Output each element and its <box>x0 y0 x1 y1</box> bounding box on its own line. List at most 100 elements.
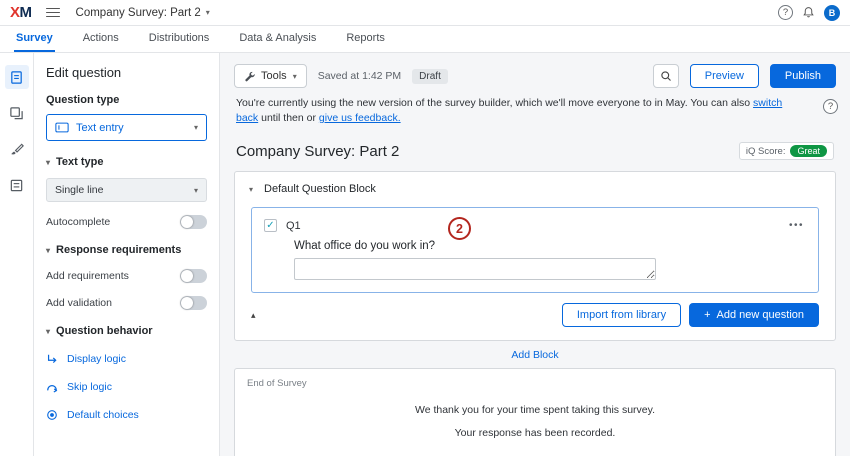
plus-icon: + <box>704 309 710 321</box>
autocomplete-label: Autocomplete <box>46 216 110 228</box>
tools-button[interactable]: Tools ▾ <box>234 64 307 88</box>
tab-data-analysis[interactable]: Data & Analysis <box>237 26 318 52</box>
tab-distributions[interactable]: Distributions <box>147 26 212 52</box>
text-type-select[interactable]: Single line ▾ <box>46 178 207 202</box>
text-entry-icon <box>55 122 69 133</box>
chevron-down-icon: ▾ <box>293 72 297 81</box>
default-choices-icon <box>46 409 58 421</box>
survey-title-menu[interactable]: Company Survey: Part 2 ▾ <box>76 7 210 19</box>
question-area-collapse-icon[interactable]: ▴ <box>251 310 256 321</box>
panel-title: Edit question <box>46 65 207 80</box>
end-of-survey-card: End of Survey We thank you for your time… <box>234 368 836 456</box>
add-validation-label: Add validation <box>46 297 112 309</box>
display-logic-item[interactable]: Display logic <box>46 353 207 365</box>
add-new-question-button[interactable]: + Add new question <box>689 303 819 327</box>
chevron-down-icon: ▾ <box>194 123 198 132</box>
rail-blocks-icon[interactable] <box>5 101 29 125</box>
notice-text-1: You're currently using the new version o… <box>236 97 753 109</box>
default-choices-label: Default choices <box>67 409 139 421</box>
notice-help-icon[interactable]: ? <box>823 99 838 114</box>
import-from-library-label: Import from library <box>577 309 666 321</box>
hamburger-menu-icon[interactable] <box>46 8 60 18</box>
preview-label: Preview <box>705 70 744 82</box>
notifications-bell-icon[interactable] <box>802 6 815 19</box>
xm-logo-m: M <box>20 4 32 21</box>
add-new-question-label: Add new question <box>717 309 804 321</box>
publish-button[interactable]: Publish <box>770 64 836 88</box>
add-validation-toggle[interactable] <box>180 296 207 310</box>
skip-logic-icon <box>46 381 58 393</box>
text-type-header: Text type <box>56 156 103 168</box>
rail-survey-options-icon[interactable] <box>5 173 29 197</box>
tab-actions[interactable]: Actions <box>81 26 121 52</box>
skip-logic-label: Skip logic <box>67 381 112 393</box>
section-text-type[interactable]: ▾ Text type <box>46 156 207 168</box>
xm-logo-x: X <box>10 4 20 21</box>
saved-status-text: Saved at 1:42 PM <box>318 70 401 82</box>
iq-score-value: Great <box>790 145 827 157</box>
question-behavior-header: Question behavior <box>56 325 153 337</box>
check-icon: ✓ <box>266 220 274 231</box>
question-type-select[interactable]: Text entry ▾ <box>46 114 207 141</box>
iq-score-badge[interactable]: iQ Score: Great <box>739 142 834 160</box>
annotation-marker-2: 2 <box>448 217 471 240</box>
tools-label: Tools <box>261 70 287 82</box>
iq-score-label: iQ Score: <box>746 146 786 157</box>
autocomplete-toggle[interactable] <box>180 215 207 229</box>
add-requirements-label: Add requirements <box>46 270 129 282</box>
question-answer-input[interactable] <box>294 258 656 280</box>
project-nav: Survey Actions Distributions Data & Anal… <box>0 26 850 53</box>
help-icon[interactable]: ? <box>778 5 793 20</box>
chevron-down-icon: ▾ <box>206 8 210 17</box>
draft-badge: Draft <box>412 69 448 84</box>
page-header: Company Survey: Part 2 iQ Score: Great <box>220 128 850 171</box>
display-logic-icon <box>46 353 58 365</box>
block-collapse-icon[interactable]: ▾ <box>249 185 253 194</box>
preview-button[interactable]: Preview <box>690 64 759 88</box>
end-of-survey-message-2: Your response has been recorded. <box>247 427 823 439</box>
publish-label: Publish <box>785 70 821 82</box>
question-type-label: Question type <box>46 94 207 106</box>
user-avatar[interactable]: B <box>824 5 840 21</box>
question-block-card: ▾ Default Question Block ✓ Q1 ••• What o… <box>234 171 836 341</box>
top-bar: X M Company Survey: Part 2 ▾ ? B <box>0 0 850 26</box>
import-from-library-button[interactable]: Import from library <box>562 303 681 327</box>
question-q1-card[interactable]: ✓ Q1 ••• What office do you work in? 2 <box>251 207 819 293</box>
end-of-survey-label: End of Survey <box>247 378 823 389</box>
page-title: Company Survey: Part 2 <box>236 143 399 160</box>
notice-text-2: until then or <box>258 112 319 124</box>
chevron-down-icon: ▾ <box>46 327 50 336</box>
survey-title-text: Company Survey: Part 2 <box>76 7 201 19</box>
text-type-value: Single line <box>55 184 194 196</box>
response-requirements-header: Response requirements <box>56 244 181 256</box>
tab-survey[interactable]: Survey <box>14 26 55 52</box>
section-question-behavior[interactable]: ▾ Question behavior <box>46 325 207 337</box>
survey-builder-content: Tools ▾ Saved at 1:42 PM Draft Preview P… <box>220 53 850 456</box>
edit-question-panel: Edit question Question type Text entry ▾… <box>34 53 220 456</box>
question-id: Q1 <box>286 220 301 232</box>
question-options-icon[interactable]: ••• <box>787 220 806 231</box>
rail-builder-icon[interactable] <box>5 65 29 89</box>
left-icon-rail <box>0 53 34 456</box>
question-type-value: Text entry <box>76 122 187 134</box>
chevron-down-icon: ▾ <box>46 246 50 255</box>
new-builder-notice: You're currently using the new version o… <box>220 96 850 126</box>
search-button[interactable] <box>653 64 679 88</box>
skip-logic-item[interactable]: Skip logic <box>46 381 207 393</box>
display-logic-label: Display logic <box>67 353 126 365</box>
tab-reports[interactable]: Reports <box>344 26 387 52</box>
add-block-link[interactable]: Add Block <box>220 341 850 368</box>
block-name[interactable]: Default Question Block <box>264 183 376 195</box>
rail-look-feel-icon[interactable] <box>5 137 29 161</box>
chevron-down-icon: ▾ <box>46 158 50 167</box>
builder-toolbar: Tools ▾ Saved at 1:42 PM Draft Preview P… <box>220 53 850 96</box>
question-text[interactable]: What office do you work in? <box>294 240 806 252</box>
give-feedback-link[interactable]: give us feedback. <box>319 112 401 124</box>
xm-logo[interactable]: X M <box>10 4 32 21</box>
add-requirements-toggle[interactable] <box>180 269 207 283</box>
default-choices-item[interactable]: Default choices <box>46 409 207 421</box>
tools-wrench-icon <box>244 71 255 82</box>
section-response-requirements[interactable]: ▾ Response requirements <box>46 244 207 256</box>
question-checkbox[interactable]: ✓ <box>264 219 277 232</box>
search-icon <box>660 70 672 82</box>
